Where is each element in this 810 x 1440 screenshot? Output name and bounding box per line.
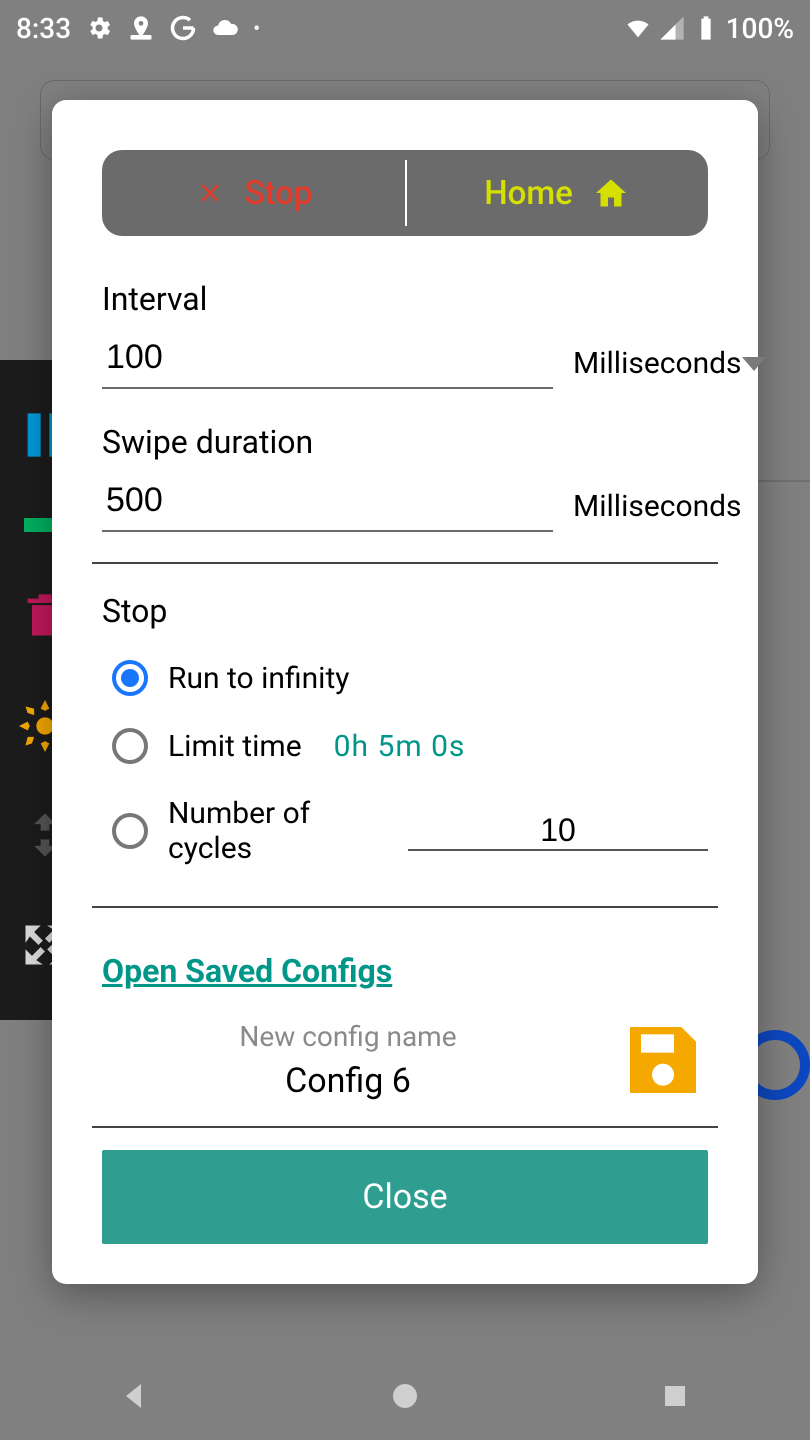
nav-recent-button[interactable]: [653, 1374, 697, 1418]
segmented-control: Stop Home: [102, 150, 708, 236]
segmented-divider: [405, 160, 407, 226]
close-icon: [195, 178, 225, 208]
signal-icon: [658, 14, 686, 42]
config-name-hint: New config name: [239, 1020, 456, 1053]
radio-limit-label: Limit time: [168, 729, 302, 764]
maps-icon: [127, 14, 155, 42]
chevron-down-icon: [742, 357, 766, 371]
divider: [92, 1126, 718, 1128]
cycles-input[interactable]: [408, 812, 708, 851]
stop-radio-group: Run to infinity Limit time 0h 5m 0s Numb…: [102, 660, 708, 866]
stop-label: Stop: [245, 174, 313, 213]
status-bar: 8:33 • 100%: [0, 0, 810, 56]
home-label: Home: [484, 174, 573, 213]
status-time: 8:33: [16, 12, 71, 45]
stop-section-label: Stop: [102, 592, 708, 630]
radio-icon: [112, 813, 148, 849]
swipe-unit: Milliseconds: [573, 489, 742, 532]
close-label: Close: [362, 1177, 447, 1217]
settings-dialog: Stop Home Interval Milliseconds Swipe du…: [52, 100, 758, 1284]
cloud-icon: [211, 14, 239, 42]
battery-icon: [692, 14, 720, 42]
radio-icon: [112, 660, 148, 696]
interval-unit-text: Milliseconds: [573, 346, 742, 381]
battery-percent: 100%: [726, 12, 794, 45]
radio-limit-time[interactable]: Limit time 0h 5m 0s: [102, 728, 708, 764]
divider: [92, 906, 718, 908]
swipe-input[interactable]: [102, 475, 553, 532]
interval-unit-dropdown[interactable]: Milliseconds: [573, 346, 786, 389]
status-dot: •: [253, 16, 260, 40]
nav-back-button[interactable]: [113, 1374, 157, 1418]
swipe-unit-text: Milliseconds: [573, 489, 742, 524]
open-saved-configs-link[interactable]: Open Saved Configs: [102, 952, 708, 990]
home-button[interactable]: Home: [405, 174, 708, 213]
divider: [92, 562, 718, 564]
radio-cycles-label: Number of cycles: [168, 796, 378, 866]
nav-home-button[interactable]: [383, 1374, 427, 1418]
google-icon: [169, 14, 197, 42]
close-button[interactable]: Close: [102, 1150, 708, 1244]
radio-infinity[interactable]: Run to infinity: [102, 660, 708, 696]
wifi-icon: [624, 14, 652, 42]
radio-cycles[interactable]: Number of cycles: [102, 796, 708, 866]
save-icon[interactable]: [618, 1016, 708, 1104]
settings-icon: [85, 14, 113, 42]
android-nav-bar: [0, 1352, 810, 1440]
circle-icon: [389, 1380, 421, 1412]
stop-button[interactable]: Stop: [102, 174, 405, 213]
limit-time-value[interactable]: 0h 5m 0s: [334, 729, 466, 764]
interval-input[interactable]: [102, 332, 553, 389]
back-icon: [117, 1378, 153, 1414]
interval-label: Interval: [102, 280, 708, 318]
config-name-input[interactable]: Config 6: [285, 1061, 411, 1101]
radio-icon: [112, 728, 148, 764]
square-icon: [660, 1381, 690, 1411]
home-icon: [593, 175, 629, 211]
swipe-label: Swipe duration: [102, 423, 708, 461]
radio-infinity-label: Run to infinity: [168, 661, 349, 696]
